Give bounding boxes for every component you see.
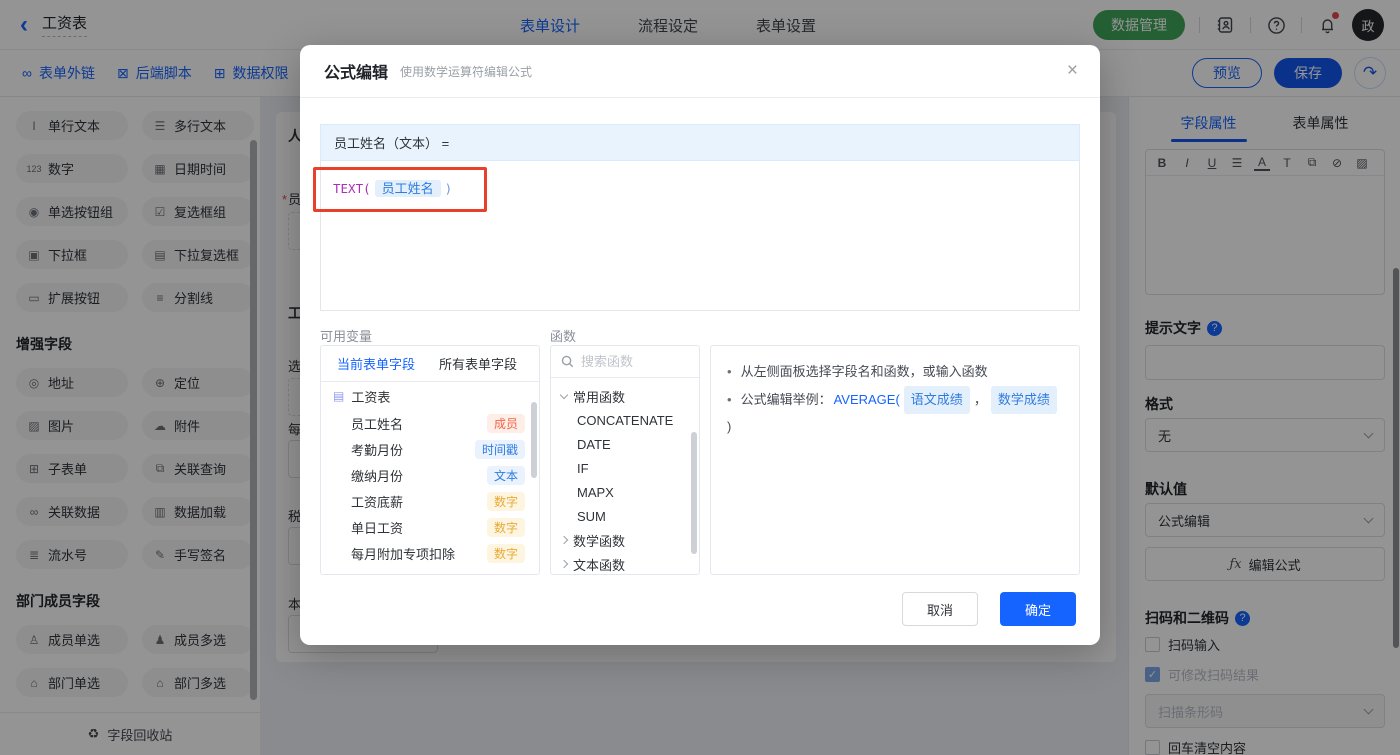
formula-target-banner: 员工姓名（文本） =	[320, 124, 1080, 161]
function-item[interactable]: MAPX	[551, 480, 699, 504]
variables-scrollbar[interactable]	[531, 402, 537, 478]
chevron-right-icon	[559, 559, 569, 569]
type-badge: 文本	[486, 465, 525, 485]
app-window: ‹ 工资表 表单设计 流程设定 表单设置 数据管理 政 ∞ 表单外链 ⊠ 后端脚…	[0, 0, 1400, 755]
function-group-text[interactable]: 文本函数	[551, 552, 699, 574]
form-tree-root[interactable]: ▤ 工资表	[321, 382, 539, 410]
variable-row[interactable]: 工资底薪 数字	[321, 488, 539, 514]
variable-row[interactable]: 单日工资 数字	[321, 514, 539, 540]
functions-scrollbar[interactable]	[691, 432, 697, 554]
functions-label: 函数	[550, 329, 577, 344]
variable-row[interactable]: 每月附加专项扣除 数字	[321, 540, 539, 566]
cancel-button[interactable]: 取消	[902, 592, 978, 626]
type-badge: 成员	[486, 413, 525, 433]
variable-row[interactable]: 员工姓名 成员	[321, 410, 539, 436]
tab-all-form-fields[interactable]: 所有表单字段	[439, 354, 517, 373]
variable-row[interactable]: 缴纳月份 文本	[321, 462, 539, 488]
formula-edit-dialog: 公式编辑 使用数学运算符编辑公式 × 员工姓名（文本） = TEXT(员工姓名)…	[300, 45, 1100, 645]
type-badge: 数字	[486, 491, 525, 511]
example-function: AVERAGE(	[833, 391, 900, 407]
search-icon	[561, 355, 574, 368]
formula-help-panel: 从左侧面板选择字段名和函数，或输入函数 公式编辑举例：AVERAGE(语文成绩，…	[710, 345, 1080, 575]
close-icon[interactable]: ×	[1067, 61, 1078, 80]
tab-current-form-fields[interactable]: 当前表单字段	[337, 354, 415, 373]
help-line-1: 从左侧面板选择字段名和函数，或输入函数	[727, 359, 1063, 386]
variables-label: 可用变量	[320, 329, 373, 344]
dialog-header: 公式编辑 使用数学运算符编辑公式	[300, 45, 1100, 98]
functions-panel: 常用函数 CONCATENATE DATE IF MAPX SUM 数学函数 文…	[550, 345, 700, 575]
variable-row[interactable]: 考勤月份 时间戳	[321, 436, 539, 462]
function-item[interactable]: SUM	[551, 504, 699, 528]
example-chip: 数学成绩	[990, 385, 1057, 415]
function-search	[551, 346, 699, 378]
chevron-right-icon	[559, 535, 569, 545]
formula-close-paren: )	[444, 181, 453, 196]
type-badge: 时间戳	[474, 439, 525, 459]
formula-field-chip[interactable]: 员工姓名	[374, 180, 441, 197]
variables-tabs: 当前表单字段 所有表单字段	[321, 346, 539, 382]
function-search-input[interactable]	[581, 354, 681, 369]
type-badge: 数字	[486, 517, 525, 537]
dialog-title: 公式编辑	[324, 65, 389, 82]
variables-panel: 当前表单字段 所有表单字段 ▤ 工资表 员工姓名 成员 考勤月份 时间戳 缴纳月份文…	[320, 345, 540, 575]
function-item[interactable]: IF	[551, 456, 699, 480]
confirm-button[interactable]: 确定	[1000, 592, 1076, 626]
type-badge: 数字	[486, 543, 525, 563]
function-group-common[interactable]: 常用函数	[551, 384, 699, 408]
function-item[interactable]: DATE	[551, 432, 699, 456]
function-item[interactable]: CONCATENATE	[551, 408, 699, 432]
formula-editor[interactable]: TEXT(员工姓名)	[320, 161, 1080, 311]
form-doc-icon: ▤	[333, 389, 345, 403]
function-group-math[interactable]: 数学函数	[551, 528, 699, 552]
chevron-down-icon	[559, 390, 569, 399]
help-line-2: 公式编辑举例：AVERAGE(语文成绩，数学成绩)	[727, 385, 1063, 441]
formula-function-token: TEXT(	[333, 181, 371, 196]
example-chip: 语文成绩	[903, 385, 970, 415]
dialog-subtitle: 使用数学运算符编辑公式	[400, 64, 533, 79]
